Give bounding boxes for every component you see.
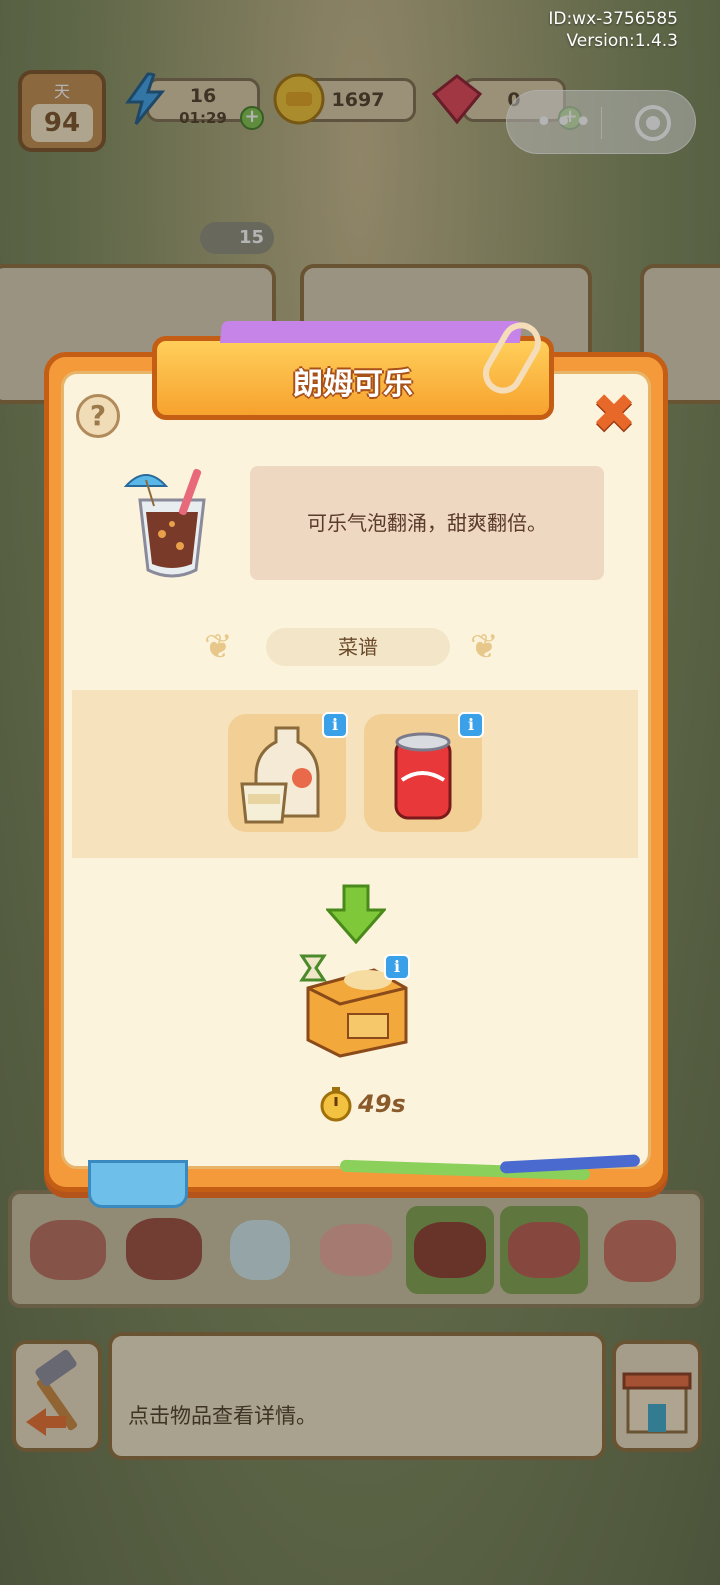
rum-cola-drink-icon — [123, 468, 206, 578]
swirl-left-ornament: ❦ — [204, 627, 233, 667]
close-button[interactable]: ✖ — [590, 387, 638, 441]
stopwatch-icon — [320, 1087, 352, 1122]
version-text: Version:1.4.3 — [566, 31, 679, 51]
modal-bottom-tab — [88, 1160, 188, 1208]
ingredients-band — [72, 690, 638, 858]
version-info: ID:wx-3756585 Version:1.4.3 — [548, 8, 678, 52]
cola-info-button[interactable]: i — [458, 712, 484, 738]
title-ribbon-decoration — [219, 321, 523, 343]
help-button[interactable]: ? — [76, 394, 120, 438]
item-description: 可乐气泡翻涌，甜爽翻倍。 — [307, 511, 547, 535]
item-description-box: 可乐气泡翻涌，甜爽翻倍。 — [250, 466, 604, 580]
user-id: ID:wx-3756585 — [548, 9, 678, 29]
down-arrow-icon — [326, 884, 386, 944]
rum-info-button[interactable]: i — [322, 712, 348, 738]
cook-time-value: 49s — [358, 1090, 406, 1118]
recipe-label: 菜谱 — [266, 628, 450, 666]
station-info-button[interactable]: i — [384, 954, 410, 980]
swirl-right-ornament: ❦ — [470, 627, 499, 667]
